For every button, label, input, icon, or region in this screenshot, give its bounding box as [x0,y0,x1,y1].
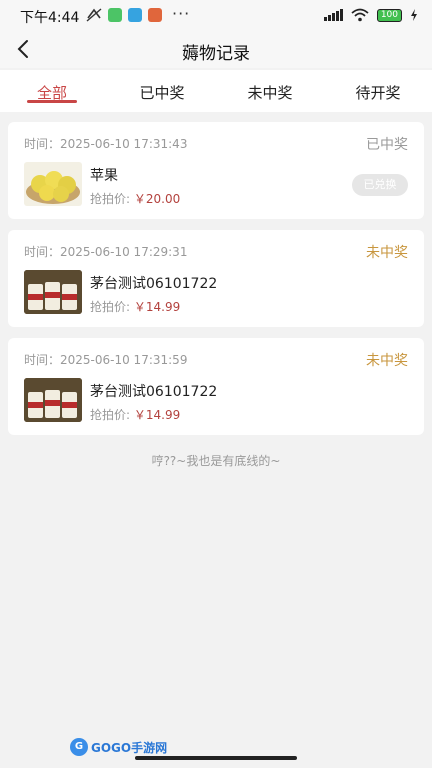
redeemed-button[interactable]: 已兑换 [352,174,408,196]
apple-image [24,162,82,206]
price-row: 抢拍价: ￥14.99 [90,298,180,315]
wifi-icon [351,8,369,22]
record-time: 时间：2025-06-10 17:31:43 [24,137,188,151]
price-row: 抢拍价: ￥14.99 [90,406,180,423]
tab-won[interactable]: 已中奖 [122,82,202,103]
shop-notification-icon [148,8,162,22]
record-card[interactable]: 时间：2025-06-10 17:29:31 未中奖 茅台测试06101722 … [8,230,424,327]
product-name: 苹果 [90,168,118,184]
watermark-icon: G [70,738,88,756]
record-status: 已中奖 [366,137,408,153]
price-value: ￥20.00 [133,192,181,206]
price-row: 抢拍价: ￥20.00 [90,190,180,207]
record-status: 未中奖 [366,353,408,369]
more-notifications-icon: ··· [172,4,191,23]
signal-icon [323,9,343,21]
tab-not-won[interactable]: 未中奖 [230,82,310,103]
status-bar: 下午4:44 ··· 100 [0,0,432,32]
price-value: ￥14.99 [133,408,181,422]
tab-pending[interactable]: 待开奖 [338,82,418,103]
moutai-image [24,378,82,422]
system-status: 100 [323,8,418,22]
price-label: 抢拍价: [90,408,131,422]
moutai-image [24,270,82,314]
message-notification-icon [128,8,142,22]
record-card[interactable]: 时间：2025-06-10 17:31:59 未中奖 茅台测试06101722 … [8,338,424,435]
record-card[interactable]: 时间：2025-06-10 17:31:43 已中奖 苹果 抢拍价: ￥20.0… [8,122,424,219]
nav-bar: 薅物记录 [0,32,432,68]
price-label: 抢拍价: [90,300,131,314]
page-title: 薅物记录 [182,44,250,64]
product-name: 茅台测试06101722 [90,384,218,400]
record-status: 未中奖 [366,245,408,261]
charging-icon [411,9,417,21]
muted-icon [86,8,102,22]
end-of-list-text: 哼??~我也是有底线的~ [151,454,281,468]
price-label: 抢拍价: [90,192,131,206]
active-tab-indicator [27,100,77,103]
record-time: 时间：2025-06-10 17:29:31 [24,245,188,259]
price-value: ￥14.99 [133,300,181,314]
record-time: 时间：2025-06-10 17:31:59 [24,353,188,367]
product-name: 茅台测试06101722 [90,276,218,292]
notification-icons [86,8,162,22]
app-notification-icon [108,8,122,22]
watermark-logo: G GOGO手游网 [70,738,167,756]
watermark-text: GOGO手游网 [91,740,168,755]
battery-icon: 100 [376,8,402,22]
filter-tabs: 全部 已中奖 未中奖 待开奖 [0,70,432,112]
status-time: 下午4:44 [20,10,80,26]
home-indicator[interactable] [135,756,297,760]
